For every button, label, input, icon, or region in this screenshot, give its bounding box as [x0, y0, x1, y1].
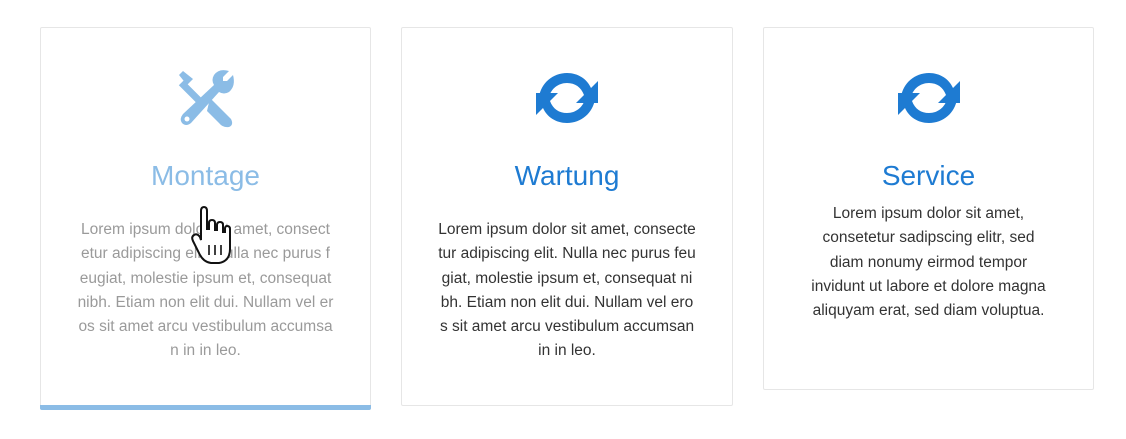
refresh-icon [896, 65, 962, 131]
card-title: Montage [151, 160, 260, 191]
card-title: Wartung [514, 160, 620, 191]
card-description: Lorem ipsum dolor sit amet, consetetur s… [811, 205, 1046, 320]
hand-cursor-icon [191, 205, 231, 265]
card-title: Service [881, 160, 976, 191]
refresh-icon [534, 65, 600, 131]
card-description: Lorem ipsum dolor sit amet, consectetur … [438, 221, 696, 360]
wrench-screwdriver-icon [173, 65, 239, 131]
service-card-service[interactable]: Service Lorem ipsum dolor sit amet, cons… [763, 27, 1094, 390]
service-card-wartung[interactable]: Wartung Lorem ipsum dolor sit amet, cons… [401, 27, 733, 406]
hover-underline [40, 405, 371, 410]
